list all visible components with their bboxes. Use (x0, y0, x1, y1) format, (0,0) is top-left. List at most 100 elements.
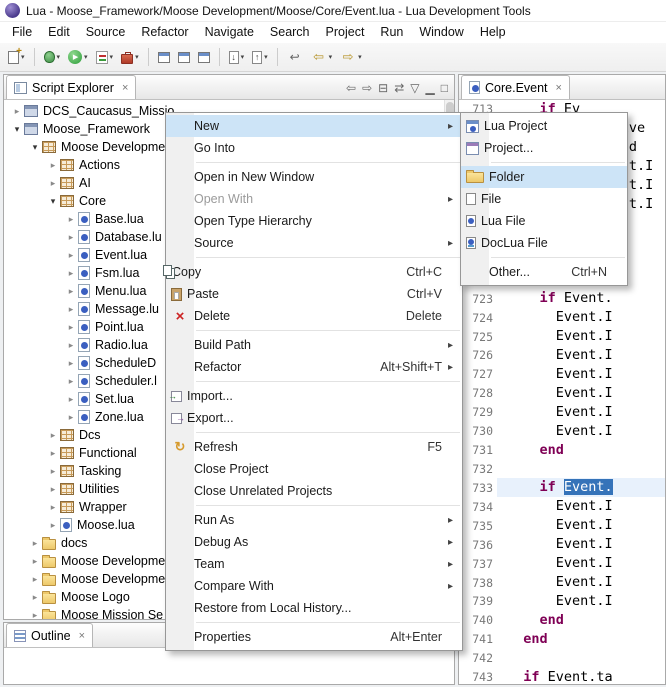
code-line-733[interactable]: 733 if Event. (459, 478, 665, 497)
code-line-730[interactable]: 730 Event.I (459, 422, 665, 441)
tab-outline[interactable]: Outline × (6, 623, 93, 647)
submenu-item-lua-file[interactable]: Lua File (461, 210, 627, 232)
menubar-navigate[interactable]: Navigate (197, 22, 262, 43)
menubar-source[interactable]: Source (78, 22, 134, 43)
back-button[interactable]: ⇦▾ (308, 46, 336, 68)
external-tools-button[interactable]: ▾ (118, 46, 142, 68)
menu-item-build-path[interactable]: Build Path▸ (166, 334, 462, 356)
code-line-725[interactable]: 725 Event.I (459, 327, 665, 346)
expand-arrow-icon[interactable]: ▸ (28, 610, 42, 620)
menubar-window[interactable]: Window (411, 22, 471, 43)
expand-arrow-icon[interactable]: ▸ (46, 430, 60, 441)
menu-item-export[interactable]: Export... (166, 407, 462, 429)
expand-arrow-icon[interactable]: ▸ (28, 538, 42, 549)
menu-item-properties[interactable]: PropertiesAlt+Enter (166, 626, 462, 648)
code-line-732[interactable]: 732 (459, 460, 665, 479)
code-line-736[interactable]: 736 Event.I (459, 535, 665, 554)
close-icon[interactable]: × (122, 82, 128, 94)
collapse-arrow-icon[interactable]: ▾ (28, 142, 42, 153)
menu-item-source[interactable]: Source▸ (166, 232, 462, 254)
submenu-item-folder[interactable]: Folder (461, 166, 627, 188)
expand-arrow-icon[interactable]: ▸ (64, 358, 78, 369)
code-line-742[interactable]: 742 (459, 649, 665, 668)
code-line-737[interactable]: 737 Event.I (459, 554, 665, 573)
close-icon[interactable]: × (556, 82, 562, 94)
submenu-item-file[interactable]: File (461, 188, 627, 210)
next-annotation-button[interactable]: ▾ (226, 46, 248, 68)
expand-arrow-icon[interactable]: ▸ (64, 232, 78, 243)
collapse-arrow-icon[interactable]: ▾ (46, 196, 60, 207)
expand-arrow-icon[interactable]: ▸ (64, 304, 78, 315)
expand-arrow-icon[interactable]: ▸ (64, 268, 78, 279)
code-line-734[interactable]: 734 Event.I (459, 497, 665, 516)
code-line-731[interactable]: 731 end (459, 441, 665, 460)
open-element-button[interactable] (175, 46, 193, 68)
submenu-item-doclua-file[interactable]: DocLua File (461, 232, 627, 254)
menu-item-team[interactable]: Team▸ (166, 553, 462, 575)
expand-arrow-icon[interactable]: ▸ (64, 322, 78, 333)
menu-item-open-type-hierarchy[interactable]: Open Type Hierarchy (166, 210, 462, 232)
menubar-search[interactable]: Search (262, 22, 318, 43)
expand-arrow-icon[interactable]: ▸ (64, 412, 78, 423)
collapse-arrow-icon[interactable]: ▾ (10, 124, 24, 135)
maximize-icon[interactable]: □ (441, 81, 448, 95)
minimize-icon[interactable]: ▁ (426, 81, 435, 95)
run-button[interactable]: ▾ (65, 46, 91, 68)
menubar-project[interactable]: Project (318, 22, 373, 43)
expand-arrow-icon[interactable]: ▸ (46, 160, 60, 171)
code-line-743[interactable]: 743 if Event.ta (459, 668, 665, 684)
expand-arrow-icon[interactable]: ▸ (64, 286, 78, 297)
expand-arrow-icon[interactable]: ▸ (64, 376, 78, 387)
tab-script-explorer[interactable]: Script Explorer × (6, 75, 136, 99)
menu-item-delete[interactable]: DeleteDelete (166, 305, 462, 327)
expand-arrow-icon[interactable]: ▸ (46, 520, 60, 531)
close-icon[interactable]: × (79, 630, 85, 642)
menubar-run[interactable]: Run (372, 22, 411, 43)
new-lua-project-button[interactable] (155, 46, 173, 68)
code-line-738[interactable]: 738 Event.I (459, 573, 665, 592)
menu-item-paste[interactable]: PasteCtrl+V (166, 283, 462, 305)
view-menu-icon[interactable]: ▽ (410, 81, 419, 95)
expand-arrow-icon[interactable]: ▸ (64, 250, 78, 261)
submenu-item-project[interactable]: Project... (461, 137, 627, 159)
menu-item-new[interactable]: New▸ (166, 115, 462, 137)
forward-button[interactable]: ⇨▾ (337, 46, 365, 68)
menu-item-open-in-new-window[interactable]: Open in New Window (166, 166, 462, 188)
expand-arrow-icon[interactable]: ▸ (46, 484, 60, 495)
menubar-refactor[interactable]: Refactor (133, 22, 196, 43)
debug-button[interactable]: ▾ (41, 46, 64, 68)
expand-arrow-icon[interactable]: ▸ (46, 466, 60, 477)
expand-arrow-icon[interactable]: ▸ (28, 556, 42, 567)
menu-item-go-into[interactable]: Go Into (166, 137, 462, 159)
menu-item-restore-from-local-history[interactable]: Restore from Local History... (166, 597, 462, 619)
menubar-edit[interactable]: Edit (40, 22, 78, 43)
back-icon[interactable]: ⇦ (346, 81, 356, 95)
menu-item-close-unrelated-projects[interactable]: Close Unrelated Projects (166, 480, 462, 502)
expand-arrow-icon[interactable]: ▸ (28, 592, 42, 603)
menu-item-close-project[interactable]: Close Project (166, 458, 462, 480)
expand-arrow-icon[interactable]: ▸ (46, 448, 60, 459)
code-line-727[interactable]: 727 Event.I (459, 365, 665, 384)
menu-item-run-as[interactable]: Run As▸ (166, 509, 462, 531)
forward-icon[interactable]: ⇨ (362, 81, 372, 95)
code-line-723[interactable]: 723 if Event. (459, 289, 665, 308)
expand-arrow-icon[interactable]: ▸ (64, 394, 78, 405)
submenu-item-other[interactable]: Other...Ctrl+N (461, 261, 627, 283)
menu-item-import[interactable]: Import... (166, 385, 462, 407)
code-line-724[interactable]: 724 Event.I (459, 308, 665, 327)
outline-toggle-button[interactable] (195, 46, 213, 68)
menu-item-refresh[interactable]: RefreshF5 (166, 436, 462, 458)
menu-item-refactor[interactable]: RefactorAlt+Shift+T▸ (166, 356, 462, 378)
link-with-editor-icon[interactable]: ⇄ (394, 81, 404, 95)
menubar-file[interactable]: File (4, 22, 40, 43)
expand-arrow-icon[interactable]: ▸ (46, 178, 60, 189)
code-line-726[interactable]: 726 Event.I (459, 346, 665, 365)
code-line-728[interactable]: 728 Event.I (459, 384, 665, 403)
code-line-740[interactable]: 740 end (459, 611, 665, 630)
expand-arrow-icon[interactable]: ▸ (28, 574, 42, 585)
menu-item-compare-with[interactable]: Compare With▸ (166, 575, 462, 597)
expand-arrow-icon[interactable]: ▸ (10, 106, 24, 117)
coverage-button[interactable]: ▾ (93, 46, 117, 68)
collapse-all-icon[interactable]: ⊟ (378, 81, 388, 95)
menu-item-debug-as[interactable]: Debug As▸ (166, 531, 462, 553)
